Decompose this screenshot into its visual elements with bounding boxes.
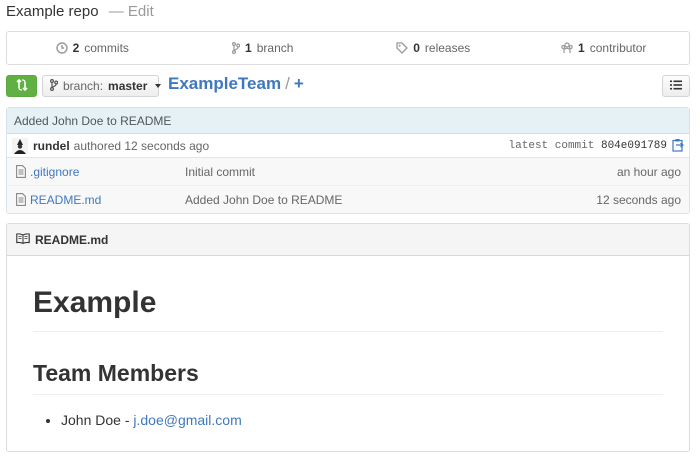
branches-stat[interactable]: 1 branch (178, 41, 349, 55)
releases-count: 0 (413, 41, 420, 55)
file-icon (16, 193, 26, 209)
file-name-link[interactable]: README.md (30, 193, 101, 207)
git-branch-icon (232, 42, 241, 54)
file-age: an hour ago (616, 165, 681, 179)
new-file-button[interactable]: + (294, 74, 304, 93)
readme-content: Example Team Members John Doe - j.doe@gm… (7, 285, 689, 431)
file-age: 12 seconds ago (596, 193, 681, 207)
file-name-link[interactable]: .gitignore (30, 165, 79, 179)
branches-count: 1 (245, 41, 252, 55)
list-view-button[interactable] (662, 75, 690, 97)
clipboard-icon[interactable] (672, 138, 684, 155)
breadcrumb-separator: / (285, 74, 290, 93)
file-icon (16, 165, 26, 181)
list-icon (670, 79, 682, 93)
file-table: Added John Doe to README rundel authored… (6, 107, 690, 214)
caret-down-icon (155, 84, 162, 88)
member-name: John Doe - (61, 412, 134, 428)
edit-link[interactable]: Edit (128, 3, 154, 20)
file-commit-message[interactable]: Initial commit (185, 165, 255, 179)
readme-heading: Example (33, 285, 663, 332)
repo-title: Example repo (6, 3, 99, 20)
commits-count: 2 (72, 41, 80, 55)
file-row-gitignore: .gitignore Initial commit an hour ago (7, 158, 689, 186)
repo-header: Example repo — Edit (6, 3, 154, 20)
commits-label: commits (84, 41, 129, 55)
contributors-label: contributor (589, 41, 647, 55)
compare-icon (15, 78, 29, 95)
commit-time: authored 12 seconds ago (73, 138, 210, 153)
compare-button[interactable] (6, 75, 37, 97)
file-commit-message[interactable]: Added John Doe to README (185, 193, 342, 207)
commits-stat[interactable]: 2 commits (7, 41, 178, 55)
latest-commit-message[interactable]: Added John Doe to README (7, 108, 689, 134)
branch-prefix: branch: (63, 79, 104, 93)
contributors-count: 1 (578, 41, 585, 55)
commit-meta: rundel authored 12 seconds ago latest co… (7, 134, 689, 158)
commit-message-text: Added John Doe to README (14, 113, 172, 128)
latest-commit-ref[interactable]: latest commit 804e091789 (509, 140, 667, 152)
title-separator: — (108, 3, 124, 20)
contributors-stat[interactable]: 1 contributor (519, 41, 690, 55)
book-icon (16, 232, 30, 247)
list-item: John Doe - j.doe@gmail.com (61, 409, 663, 431)
avatar[interactable] (12, 137, 28, 154)
readme-filename: README.md (35, 232, 109, 247)
branch-name: master (108, 79, 148, 93)
tag-icon (396, 42, 409, 54)
commit-sha: 804e091789 (600, 140, 667, 152)
branch-icon (50, 78, 59, 94)
breadcrumb: ExampleTeam / + (168, 74, 304, 94)
commit-author[interactable]: rundel (33, 139, 70, 153)
latest-commit-label: latest commit (508, 140, 595, 152)
member-email-link[interactable]: j.doe@gmail.com (133, 412, 241, 428)
readme-subheading: Team Members (33, 358, 663, 395)
releases-stat[interactable]: 0 releases (348, 41, 519, 55)
readme-panel: README.md Example Team Members John Doe … (6, 223, 690, 452)
history-icon (55, 42, 68, 54)
file-row-readme: README.md Added John Doe to README 12 se… (7, 186, 689, 213)
team-member-list: John Doe - j.doe@gmail.com (33, 409, 663, 431)
organization-icon (561, 42, 573, 54)
repo-stats-bar: 2 commits 1 branch 0 releases 1 contribu… (6, 31, 690, 65)
releases-label: releases (424, 41, 471, 55)
branches-label: branch (256, 41, 294, 55)
breadcrumb-repo-link[interactable]: ExampleTeam (168, 74, 281, 93)
readme-header: README.md (7, 224, 689, 256)
branch-selector[interactable]: branch: master (42, 75, 162, 97)
